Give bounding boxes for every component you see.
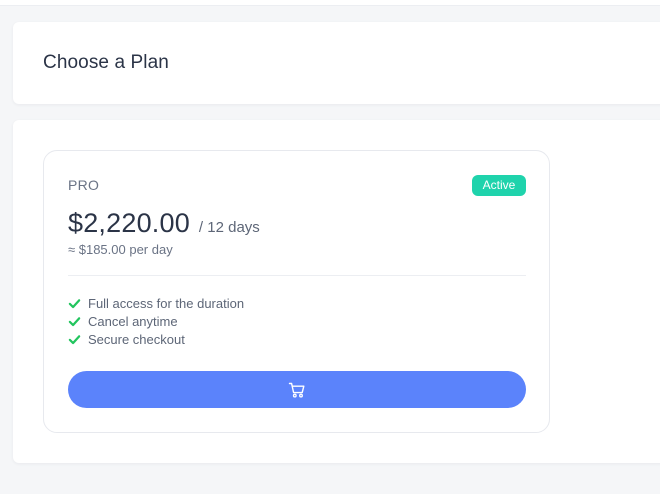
plan-name: PRO bbox=[68, 177, 100, 193]
plan-card-pro: PRO Active $2,220.00 / 12 days ≈ $185.00… bbox=[43, 150, 550, 433]
price-per-day: ≈ $185.00 per day bbox=[68, 242, 173, 257]
status-badge: Active bbox=[472, 175, 526, 196]
top-strip bbox=[0, 0, 660, 6]
feature-item: Full access for the duration bbox=[68, 294, 244, 312]
add-to-cart-button[interactable] bbox=[68, 371, 526, 408]
feature-label: Full access for the duration bbox=[88, 295, 245, 311]
feature-label: Cancel anytime bbox=[88, 313, 178, 329]
price-row: $2,220.00 / 12 days bbox=[68, 208, 260, 240]
page-title: Choose a Plan bbox=[43, 52, 169, 73]
feature-label: Secure checkout bbox=[88, 331, 185, 347]
feature-list: Full access for the duration Cancel anyt… bbox=[68, 294, 244, 348]
feature-item: Secure checkout bbox=[68, 330, 244, 348]
price-period: / 12 days bbox=[198, 219, 260, 236]
price-amount: $2,220.00 bbox=[68, 208, 190, 238]
check-icon bbox=[68, 334, 81, 344]
cart-icon bbox=[288, 382, 305, 398]
header-card: Choose a Plan bbox=[13, 22, 660, 104]
feature-item: Cancel anytime bbox=[68, 312, 244, 330]
plans-container: PRO Active $2,220.00 / 12 days ≈ $185.00… bbox=[13, 120, 660, 463]
check-icon bbox=[68, 298, 81, 308]
divider bbox=[68, 275, 526, 276]
check-icon bbox=[68, 316, 81, 326]
